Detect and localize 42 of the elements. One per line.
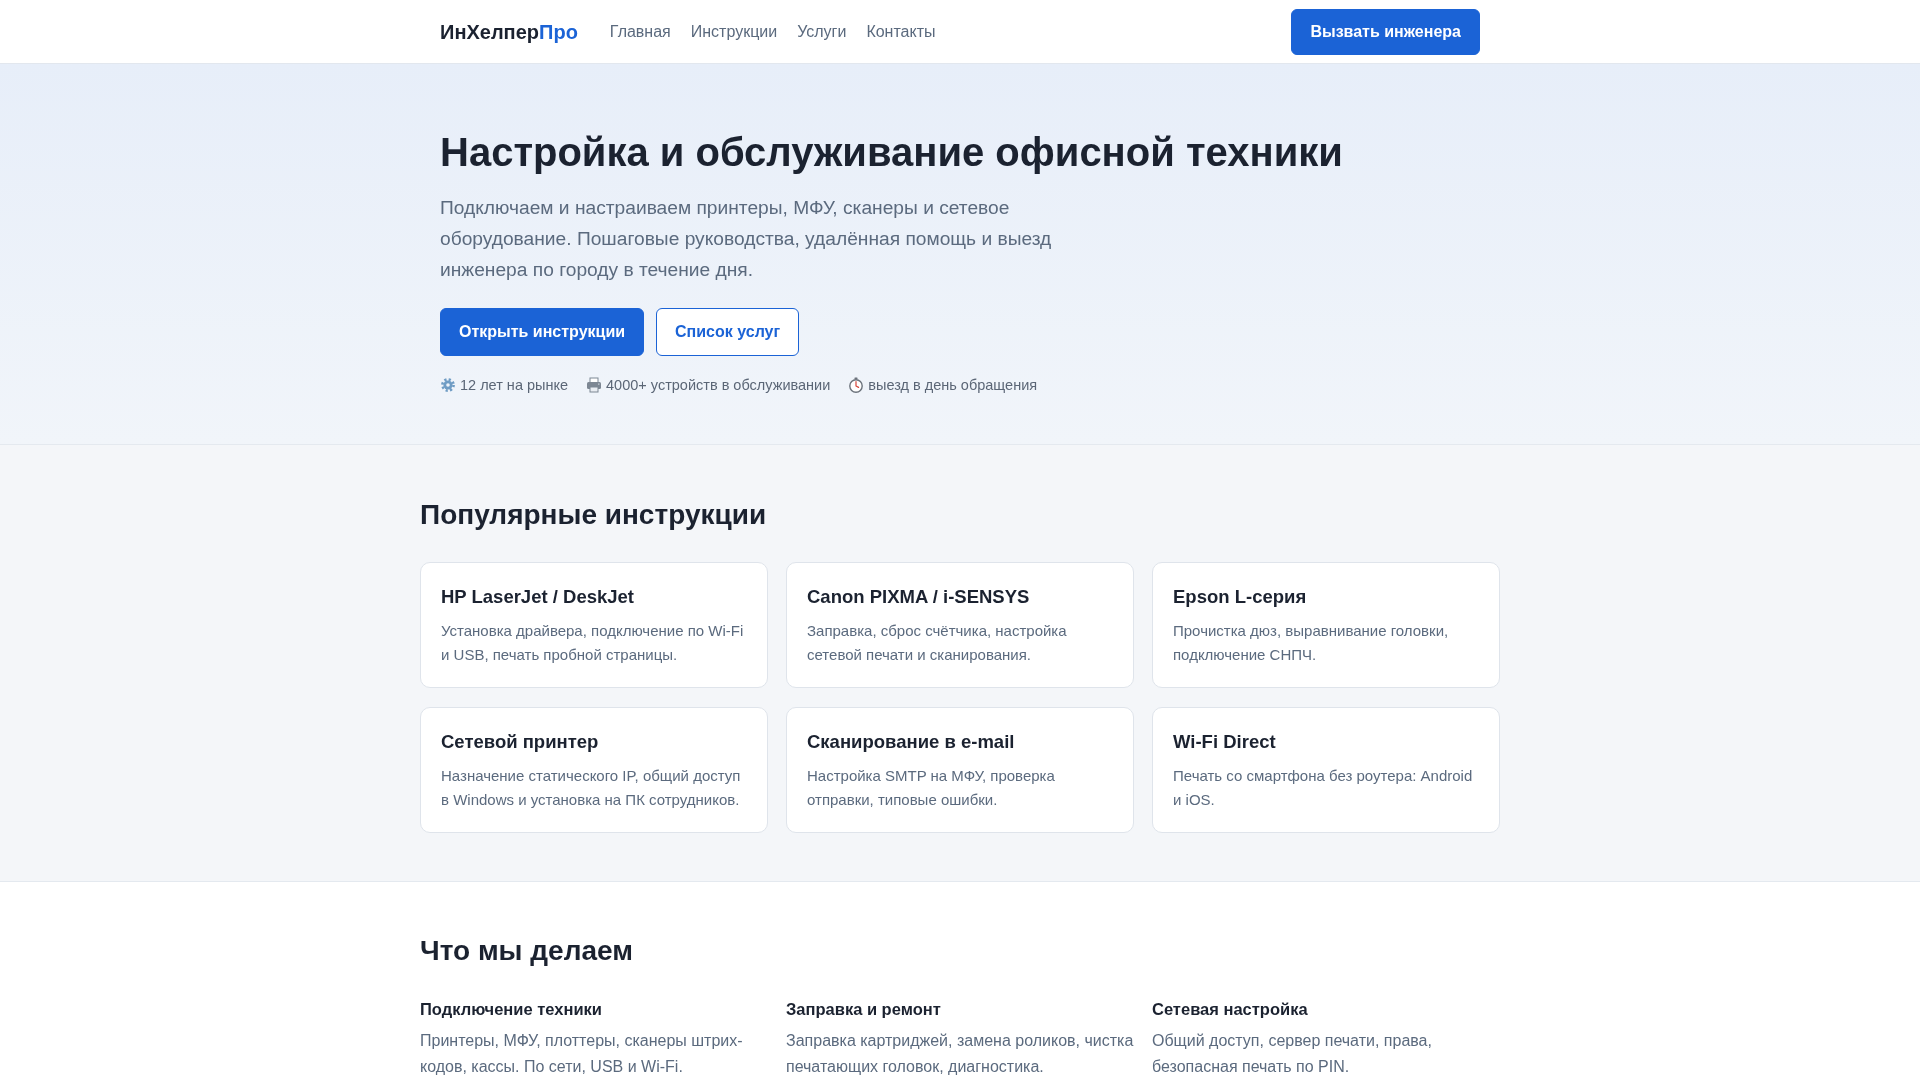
card-text: Установка драйвера, подключение по Wi-Fi и USB, печать пробной страницы. — [441, 621, 745, 665]
printer-icon — [586, 377, 603, 393]
service-text: Принтеры, МФУ, плоттеры, сканеры штрих-кодов, кассы. По сети, USB и Wi-Fi. — [420, 1031, 744, 1077]
brand-logo[interactable]: ИнХелперПро — [440, 19, 578, 44]
card-title: Сетевой принтер — [441, 730, 600, 753]
section-title: Что мы делаем — [420, 934, 634, 968]
stat-text: 12 лет на рынке — [460, 376, 569, 395]
service-title: Заправка и ремонт — [786, 999, 942, 1020]
hero-title: Настройка и обслуживание офисной техники — [440, 129, 1344, 176]
instruction-card[interactable]: Сканирование в e-mail Настройка SMTP на МФУ, проверка отправки, типовые ошибки. — [786, 707, 1134, 833]
nav-link[interactable]: Услуги — [797, 19, 847, 44]
instruction-card[interactable]: Epson L-серия Прочистка дюз, выравнивание головки, подключение СНПЧ. — [1152, 562, 1500, 688]
instruction-card[interactable]: Canon PIXMA / i-SENSYS Заправка, сброс счётчика, настройка сетевой печати и сканирования. — [786, 562, 1134, 688]
card-title: HP LaserJet / DeskJet — [441, 585, 635, 608]
card-text: Настройка SMTP на МФУ, проверка отправки, типовые ошибки. — [807, 766, 1056, 810]
card-text: Заправка, сброс счётчика, настройка сетевой печати и сканирования. — [807, 621, 1068, 665]
instruction-card[interactable]: HP LaserJet / DeskJet Установка драйвера, подключение по Wi-Fi и USB, печать пробной страницы. — [420, 562, 768, 688]
stopwatch-icon — [848, 377, 865, 393]
gear-icon — [440, 377, 456, 393]
nav-link[interactable]: Инструкции — [690, 19, 778, 44]
stat-text: 4000+ устройств в обслуживании — [606, 376, 831, 395]
service-title: Подключение техники — [420, 999, 603, 1020]
card-title: Сканирование в e-mail — [807, 730, 1016, 753]
nav-link[interactable]: Главная — [609, 19, 671, 44]
service-text: Заправка картриджей, замена роликов, чистка печатающих головок, диагностика. — [786, 1031, 1134, 1077]
section-title: Популярные инструкции — [420, 498, 768, 532]
card-title: Wi-Fi Direct — [1173, 730, 1277, 753]
card-text: Прочистка дюз, выравнивание головки, подключение СНПЧ. — [1173, 621, 1450, 665]
hero-description: Подключаем и настраиваем принтеры, МФУ, сканеры и сетевое оборудование. Пошаговые руководства, удалённая помощь и выезд инженера по городу в течение дня. — [440, 196, 1053, 282]
service-text: Общий доступ, сервер печати, права, безопасная печать по PIN. — [1152, 1031, 1433, 1077]
card-text: Назначение статического IP, общий доступ в Windows и установка на ПК сотрудников. — [441, 766, 742, 810]
stat-text: выезд в день обращения — [868, 376, 1038, 395]
nav-link[interactable]: Контакты — [866, 19, 936, 44]
card-text: Печать со смартфона без роутера: Android и iOS. — [1173, 766, 1474, 810]
open-instructions-button[interactable]: Открыть инструкции — [440, 308, 645, 356]
card-title: Epson L-серия — [1173, 585, 1308, 608]
instruction-card[interactable]: Сетевой принтер Назначение статического IP, общий доступ в Windows и установка на ПК сотрудников. — [420, 707, 768, 833]
instruction-card[interactable]: Wi-Fi Direct Печать со смартфона без роутера: Android и iOS. — [1152, 707, 1500, 833]
services-list-button[interactable]: Список услуг — [656, 308, 800, 356]
card-title: Canon PIXMA / i-SENSYS — [807, 585, 1031, 608]
service-title: Сетевая настройка — [1152, 999, 1309, 1020]
call-engineer-button[interactable]: Вызвать инженера — [1291, 8, 1480, 55]
